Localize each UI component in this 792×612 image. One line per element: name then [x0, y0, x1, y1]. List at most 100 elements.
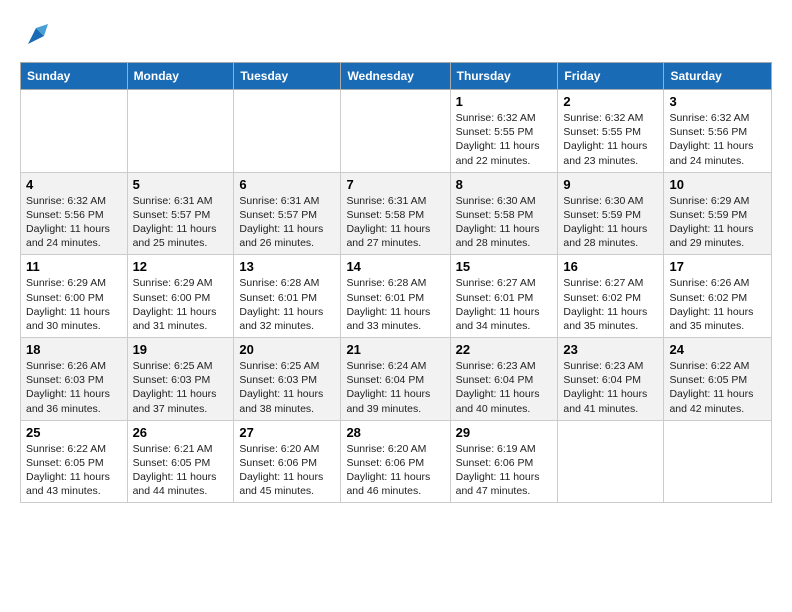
- day-number: 21: [346, 342, 444, 357]
- logo-icon: [20, 20, 52, 52]
- day-number: 22: [456, 342, 553, 357]
- calendar-cell: [127, 90, 234, 173]
- calendar-cell: 1 Sunrise: 6:32 AM Sunset: 5:55 PM Daylig…: [450, 90, 558, 173]
- calendar-cell: [21, 90, 128, 173]
- calendar-cell: 16 Sunrise: 6:27 AM Sunset: 6:02 PM Dayli…: [558, 255, 664, 338]
- day-number: 24: [669, 342, 766, 357]
- day-info: Sunrise: 6:26 AM Sunset: 6:03 PM Dayligh…: [26, 359, 122, 416]
- day-number: 16: [563, 259, 658, 274]
- day-info: Sunrise: 6:29 AM Sunset: 6:00 PM Dayligh…: [26, 276, 122, 333]
- day-info: Sunrise: 6:29 AM Sunset: 6:00 PM Dayligh…: [133, 276, 229, 333]
- calendar-cell: [234, 90, 341, 173]
- calendar-cell: 14 Sunrise: 6:28 AM Sunset: 6:01 PM Dayli…: [341, 255, 450, 338]
- calendar-cell: 11 Sunrise: 6:29 AM Sunset: 6:00 PM Dayli…: [21, 255, 128, 338]
- day-of-week-header: Thursday: [450, 63, 558, 90]
- day-info: Sunrise: 6:32 AM Sunset: 5:56 PM Dayligh…: [669, 111, 766, 168]
- calendar-week-row: 25 Sunrise: 6:22 AM Sunset: 6:05 PM Dayli…: [21, 420, 772, 503]
- day-info: Sunrise: 6:32 AM Sunset: 5:56 PM Dayligh…: [26, 194, 122, 251]
- day-number: 25: [26, 425, 122, 440]
- day-number: 11: [26, 259, 122, 274]
- day-number: 3: [669, 94, 766, 109]
- calendar-week-row: 4 Sunrise: 6:32 AM Sunset: 5:56 PM Daylig…: [21, 172, 772, 255]
- page-header: [20, 20, 772, 52]
- day-info: Sunrise: 6:20 AM Sunset: 6:06 PM Dayligh…: [239, 442, 335, 499]
- day-number: 13: [239, 259, 335, 274]
- day-number: 8: [456, 177, 553, 192]
- day-of-week-header: Tuesday: [234, 63, 341, 90]
- logo: [20, 20, 56, 52]
- calendar-cell: 27 Sunrise: 6:20 AM Sunset: 6:06 PM Dayli…: [234, 420, 341, 503]
- day-info: Sunrise: 6:28 AM Sunset: 6:01 PM Dayligh…: [346, 276, 444, 333]
- day-info: Sunrise: 6:25 AM Sunset: 6:03 PM Dayligh…: [133, 359, 229, 416]
- day-info: Sunrise: 6:28 AM Sunset: 6:01 PM Dayligh…: [239, 276, 335, 333]
- day-number: 26: [133, 425, 229, 440]
- calendar-cell: 23 Sunrise: 6:23 AM Sunset: 6:04 PM Dayli…: [558, 338, 664, 421]
- calendar-cell: 12 Sunrise: 6:29 AM Sunset: 6:00 PM Dayli…: [127, 255, 234, 338]
- day-number: 27: [239, 425, 335, 440]
- day-info: Sunrise: 6:22 AM Sunset: 6:05 PM Dayligh…: [26, 442, 122, 499]
- day-info: Sunrise: 6:32 AM Sunset: 5:55 PM Dayligh…: [563, 111, 658, 168]
- day-number: 4: [26, 177, 122, 192]
- calendar-cell: 26 Sunrise: 6:21 AM Sunset: 6:05 PM Dayli…: [127, 420, 234, 503]
- calendar-cell: 9 Sunrise: 6:30 AM Sunset: 5:59 PM Daylig…: [558, 172, 664, 255]
- day-of-week-header: Sunday: [21, 63, 128, 90]
- calendar-cell: 3 Sunrise: 6:32 AM Sunset: 5:56 PM Daylig…: [664, 90, 772, 173]
- calendar-cell: 17 Sunrise: 6:26 AM Sunset: 6:02 PM Dayli…: [664, 255, 772, 338]
- calendar-cell: 5 Sunrise: 6:31 AM Sunset: 5:57 PM Daylig…: [127, 172, 234, 255]
- calendar-cell: 20Sunrise: 6:25 AM Sunset: 6:03 PM Dayli…: [234, 338, 341, 421]
- day-of-week-header: Friday: [558, 63, 664, 90]
- day-info: Sunrise: 6:27 AM Sunset: 6:01 PM Dayligh…: [456, 276, 553, 333]
- day-number: 23: [563, 342, 658, 357]
- calendar-cell: 6 Sunrise: 6:31 AM Sunset: 5:57 PM Daylig…: [234, 172, 341, 255]
- calendar-cell: 4 Sunrise: 6:32 AM Sunset: 5:56 PM Daylig…: [21, 172, 128, 255]
- calendar-cell: 10Sunrise: 6:29 AM Sunset: 5:59 PM Dayli…: [664, 172, 772, 255]
- day-info: Sunrise: 6:32 AM Sunset: 5:55 PM Dayligh…: [456, 111, 553, 168]
- calendar-cell: 18 Sunrise: 6:26 AM Sunset: 6:03 PM Dayli…: [21, 338, 128, 421]
- day-of-week-header: Monday: [127, 63, 234, 90]
- day-info: Sunrise: 6:31 AM Sunset: 5:57 PM Dayligh…: [239, 194, 335, 251]
- day-info: Sunrise: 6:22 AM Sunset: 6:05 PM Dayligh…: [669, 359, 766, 416]
- day-number: 2: [563, 94, 658, 109]
- day-info: Sunrise: 6:24 AM Sunset: 6:04 PM Dayligh…: [346, 359, 444, 416]
- calendar-cell: 25 Sunrise: 6:22 AM Sunset: 6:05 PM Dayli…: [21, 420, 128, 503]
- day-info: Sunrise: 6:20 AM Sunset: 6:06 PM Dayligh…: [346, 442, 444, 499]
- day-number: 15: [456, 259, 553, 274]
- day-number: 29: [456, 425, 553, 440]
- day-number: 17: [669, 259, 766, 274]
- calendar-cell: 8Sunrise: 6:30 AM Sunset: 5:58 PM Daylig…: [450, 172, 558, 255]
- day-number: 6: [239, 177, 335, 192]
- day-info: Sunrise: 6:25 AM Sunset: 6:03 PM Dayligh…: [239, 359, 335, 416]
- day-number: 7: [346, 177, 444, 192]
- calendar-header-row: SundayMondayTuesdayWednesdayThursdayFrid…: [21, 63, 772, 90]
- calendar-cell: 29 Sunrise: 6:19 AM Sunset: 6:06 PM Dayli…: [450, 420, 558, 503]
- day-number: 10: [669, 177, 766, 192]
- day-number: 5: [133, 177, 229, 192]
- day-number: 12: [133, 259, 229, 274]
- day-number: 1: [456, 94, 553, 109]
- day-info: Sunrise: 6:31 AM Sunset: 5:57 PM Dayligh…: [133, 194, 229, 251]
- day-info: Sunrise: 6:30 AM Sunset: 5:59 PM Dayligh…: [563, 194, 658, 251]
- day-number: 14: [346, 259, 444, 274]
- day-number: 19: [133, 342, 229, 357]
- day-number: 18: [26, 342, 122, 357]
- calendar-cell: 7 Sunrise: 6:31 AM Sunset: 5:58 PM Daylig…: [341, 172, 450, 255]
- day-number: 9: [563, 177, 658, 192]
- calendar-cell: 21 Sunrise: 6:24 AM Sunset: 6:04 PM Dayli…: [341, 338, 450, 421]
- day-info: Sunrise: 6:21 AM Sunset: 6:05 PM Dayligh…: [133, 442, 229, 499]
- calendar-cell: [558, 420, 664, 503]
- day-info: Sunrise: 6:31 AM Sunset: 5:58 PM Dayligh…: [346, 194, 444, 251]
- day-info: Sunrise: 6:23 AM Sunset: 6:04 PM Dayligh…: [456, 359, 553, 416]
- calendar-cell: 13 Sunrise: 6:28 AM Sunset: 6:01 PM Dayli…: [234, 255, 341, 338]
- day-info: Sunrise: 6:19 AM Sunset: 6:06 PM Dayligh…: [456, 442, 553, 499]
- calendar-cell: 24 Sunrise: 6:22 AM Sunset: 6:05 PM Dayli…: [664, 338, 772, 421]
- day-info: Sunrise: 6:27 AM Sunset: 6:02 PM Dayligh…: [563, 276, 658, 333]
- calendar-table: SundayMondayTuesdayWednesdayThursdayFrid…: [20, 62, 772, 503]
- day-info: Sunrise: 6:26 AM Sunset: 6:02 PM Dayligh…: [669, 276, 766, 333]
- calendar-cell: 19 Sunrise: 6:25 AM Sunset: 6:03 PM Dayli…: [127, 338, 234, 421]
- calendar-cell: 2 Sunrise: 6:32 AM Sunset: 5:55 PM Daylig…: [558, 90, 664, 173]
- day-of-week-header: Saturday: [664, 63, 772, 90]
- calendar-week-row: 11 Sunrise: 6:29 AM Sunset: 6:00 PM Dayli…: [21, 255, 772, 338]
- calendar-cell: 28Sunrise: 6:20 AM Sunset: 6:06 PM Dayli…: [341, 420, 450, 503]
- day-info: Sunrise: 6:23 AM Sunset: 6:04 PM Dayligh…: [563, 359, 658, 416]
- calendar-cell: [664, 420, 772, 503]
